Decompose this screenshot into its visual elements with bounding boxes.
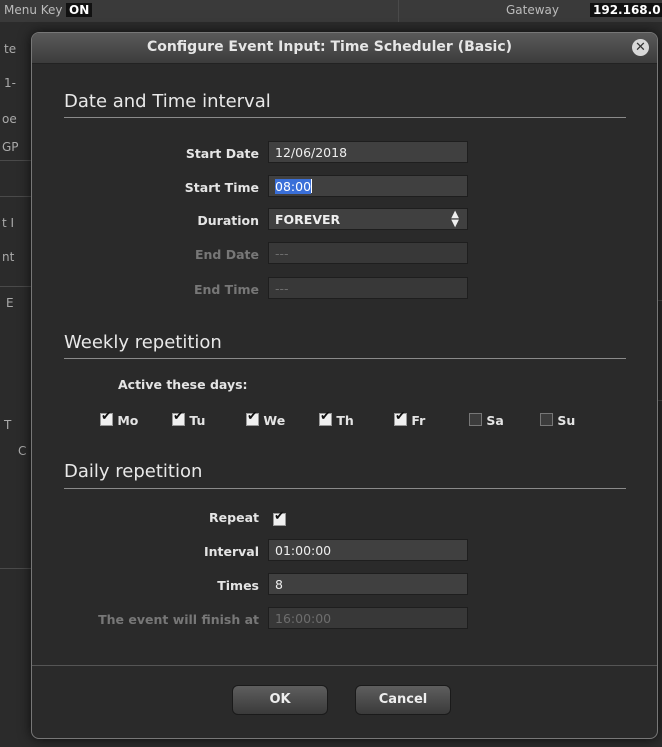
section-date-time-heading: Date and Time interval <box>64 91 271 112</box>
bg-fragment: oe <box>2 112 17 126</box>
section-divider <box>64 358 626 359</box>
bg-fragment: GP <box>2 140 19 154</box>
interval-label: Interval <box>203 544 259 559</box>
interval-field[interactable]: 01:00:00 <box>268 539 468 561</box>
bg-fragment: E <box>6 296 14 310</box>
dialog-titlebar[interactable]: Configure Event Input: Time Scheduler (B… <box>32 33 657 64</box>
checkbox-sa[interactable] <box>469 413 482 426</box>
bg-fragment: C <box>18 444 27 458</box>
start-time-field[interactable]: 08:00 <box>268 175 468 197</box>
day-fr[interactable]: Fr <box>394 409 426 428</box>
day-label: Mo <box>117 413 139 428</box>
section-divider <box>64 117 626 118</box>
day-label: We <box>263 413 286 428</box>
duration-value: FOREVER <box>275 212 341 227</box>
repeat-label: Repeat <box>209 510 259 525</box>
checkbox-mo[interactable] <box>100 409 113 426</box>
text-cursor <box>311 179 313 193</box>
repeat-checkbox[interactable] <box>273 509 286 526</box>
dialog-title: Configure Event Input: Time Scheduler (B… <box>146 39 513 55</box>
day-tu[interactable]: Tu <box>172 409 206 428</box>
start-date-label: Start Date <box>185 146 259 161</box>
section-weekly-heading: Weekly repetition <box>64 332 222 353</box>
gateway-label: Gateway <box>506 3 560 17</box>
checkbox-fr[interactable] <box>394 409 407 426</box>
start-date-field[interactable]: 12/06/2018 <box>268 141 468 163</box>
bg-fragment: nt <box>2 250 15 264</box>
end-time-label: End Time <box>193 282 259 297</box>
day-label: Th <box>336 413 354 428</box>
bg-divider <box>398 0 399 22</box>
day-label: Sa <box>486 413 504 428</box>
day-mo[interactable]: Mo <box>100 409 139 428</box>
active-days-label: Active these days: <box>118 377 248 392</box>
select-arrows-icon: ▲ ▼ <box>451 209 459 229</box>
finish-label: The event will finish at <box>98 612 259 627</box>
bg-fragment: 1- <box>4 76 16 90</box>
bg-fragment: T <box>4 418 12 432</box>
bg-divider <box>0 160 31 161</box>
day-th[interactable]: Th <box>319 409 354 428</box>
checkbox-th[interactable] <box>319 409 332 426</box>
day-label: Fr <box>411 413 426 428</box>
bg-fragment: te <box>4 42 17 56</box>
bg-divider <box>0 568 31 569</box>
duration-select[interactable]: FOREVER ▲ ▼ <box>268 208 468 230</box>
footer-divider <box>32 665 657 666</box>
ok-button[interactable]: OK <box>232 685 328 715</box>
start-time-value: 08:00 <box>275 179 312 194</box>
cancel-button[interactable]: Cancel <box>355 685 451 715</box>
day-sa[interactable]: Sa <box>469 413 504 428</box>
bg-fragment: t I <box>2 216 15 230</box>
gateway-value: 192.168.0 <box>590 3 662 17</box>
section-divider <box>64 488 626 489</box>
bg-divider <box>0 286 31 287</box>
day-label: Su <box>557 413 576 428</box>
day-we[interactable]: We <box>246 409 286 428</box>
checkbox-tu[interactable] <box>172 409 185 426</box>
checkbox-we[interactable] <box>246 409 259 426</box>
menu-key-label: Menu Key <box>4 3 63 17</box>
end-date-field: --- <box>268 242 468 264</box>
duration-label: Duration <box>197 213 259 228</box>
end-date-label: End Date <box>194 247 259 262</box>
day-su[interactable]: Su <box>540 413 575 428</box>
configure-event-dialog: Configure Event Input: Time Scheduler (B… <box>31 32 658 739</box>
section-daily-heading: Daily repetition <box>64 461 203 482</box>
end-time-field: --- <box>268 277 468 299</box>
day-label: Tu <box>189 413 206 428</box>
times-label: Times <box>217 578 259 593</box>
start-time-label: Start Time <box>184 180 259 195</box>
repeat-checkbox-wrap[interactable] <box>273 509 286 529</box>
bg-divider <box>0 196 31 197</box>
background-topbar: Menu Key ON Gateway 192.168.0 <box>0 0 662 22</box>
close-icon[interactable]: ✕ <box>632 39 649 56</box>
menu-key-value: ON <box>66 3 93 17</box>
finish-field: 16:00:00 <box>268 607 468 629</box>
times-field[interactable]: 8 <box>268 573 468 595</box>
checkbox-su[interactable] <box>540 413 553 426</box>
